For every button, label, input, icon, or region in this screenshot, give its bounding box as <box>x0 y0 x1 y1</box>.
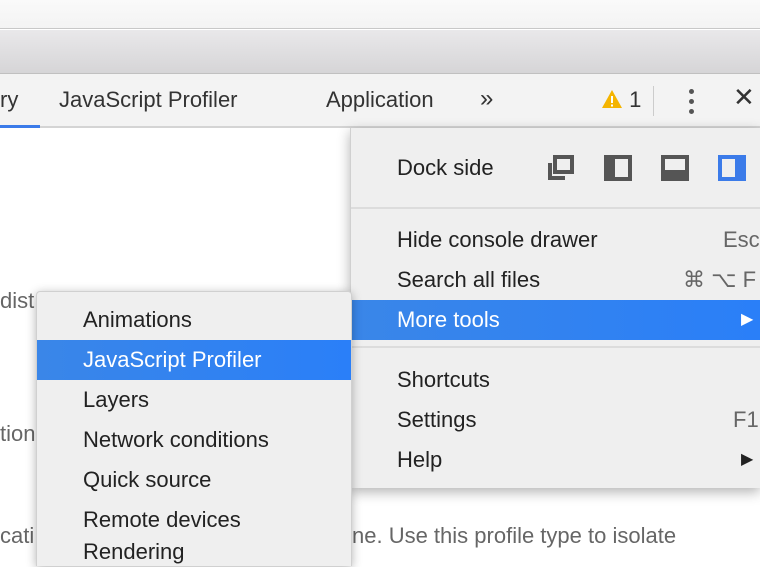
background-text: cati <box>0 523 35 548</box>
submenu-item-layers[interactable]: Layers <box>37 380 351 420</box>
more-tools-submenu: Animations JavaScript Profiler Layers Ne… <box>36 291 352 566</box>
close-icon[interactable]: ✕ <box>733 82 755 113</box>
menu-separator <box>351 346 760 348</box>
tab-memory[interactable]: ry <box>0 87 18 113</box>
dock-right-icon[interactable] <box>718 155 746 181</box>
tab-javascript-profiler[interactable]: JavaScript Profiler <box>59 87 238 113</box>
shortcut-label: Esc <box>723 227 760 252</box>
menu-item-shortcuts[interactable]: Shortcuts <box>351 360 760 400</box>
divider <box>653 86 654 116</box>
active-tab-indicator <box>0 125 40 128</box>
submenu-item-animations[interactable]: Animations <box>37 300 351 340</box>
dock-options <box>547 155 746 181</box>
submenu-item-remote-devices[interactable]: Remote devices <box>37 500 351 540</box>
menu-item-more-tools[interactable]: More tools ▶ <box>351 300 760 340</box>
browser-toolbar <box>0 30 760 74</box>
warnings-button[interactable]: 1 <box>601 87 641 113</box>
undock-icon[interactable] <box>547 155 575 181</box>
menu-item-search-all-files[interactable]: Search all files ⌘ ⌥ F <box>351 260 760 300</box>
more-tabs-button[interactable]: » <box>480 85 493 113</box>
devtools-tabbar: ry JavaScript Profiler Application » 1 ✕ <box>0 74 760 128</box>
shortcut-label: ⌘ ⌥ F <box>683 267 757 292</box>
background-text: ne. Use this profile type to isolate <box>352 523 677 548</box>
shortcut-label: F1 <box>733 407 759 432</box>
kebab-menu-icon[interactable] <box>686 86 696 118</box>
tab-application[interactable]: Application <box>326 87 434 113</box>
submenu-arrow-icon: ▶ <box>741 451 754 468</box>
submenu-arrow-icon: ▶ <box>741 311 754 328</box>
dock-side-label: Dock side <box>397 155 494 180</box>
warning-triangle-icon <box>602 90 622 108</box>
submenu-item-rendering[interactable]: Rendering <box>37 540 351 567</box>
menu-item-settings[interactable]: Settings F1 <box>351 400 760 440</box>
window-titlebar <box>0 0 760 29</box>
devtools-main-menu: Dock side Hide console drawer Esc Search … <box>350 128 760 488</box>
submenu-item-network-conditions[interactable]: Network conditions <box>37 420 351 460</box>
background-text: dist <box>0 288 35 313</box>
menu-item-help[interactable]: Help ▶ <box>351 440 760 480</box>
dock-bottom-icon[interactable] <box>661 155 689 181</box>
submenu-item-javascript-profiler[interactable]: JavaScript Profiler <box>37 340 351 380</box>
submenu-item-quick-source[interactable]: Quick source <box>37 460 351 500</box>
warning-count: 1 <box>629 87 642 112</box>
dock-left-icon[interactable] <box>604 155 632 181</box>
menu-item-hide-console-drawer[interactable]: Hide console drawer Esc <box>351 220 760 260</box>
menu-separator <box>351 207 760 209</box>
background-text: tion <box>0 421 36 446</box>
